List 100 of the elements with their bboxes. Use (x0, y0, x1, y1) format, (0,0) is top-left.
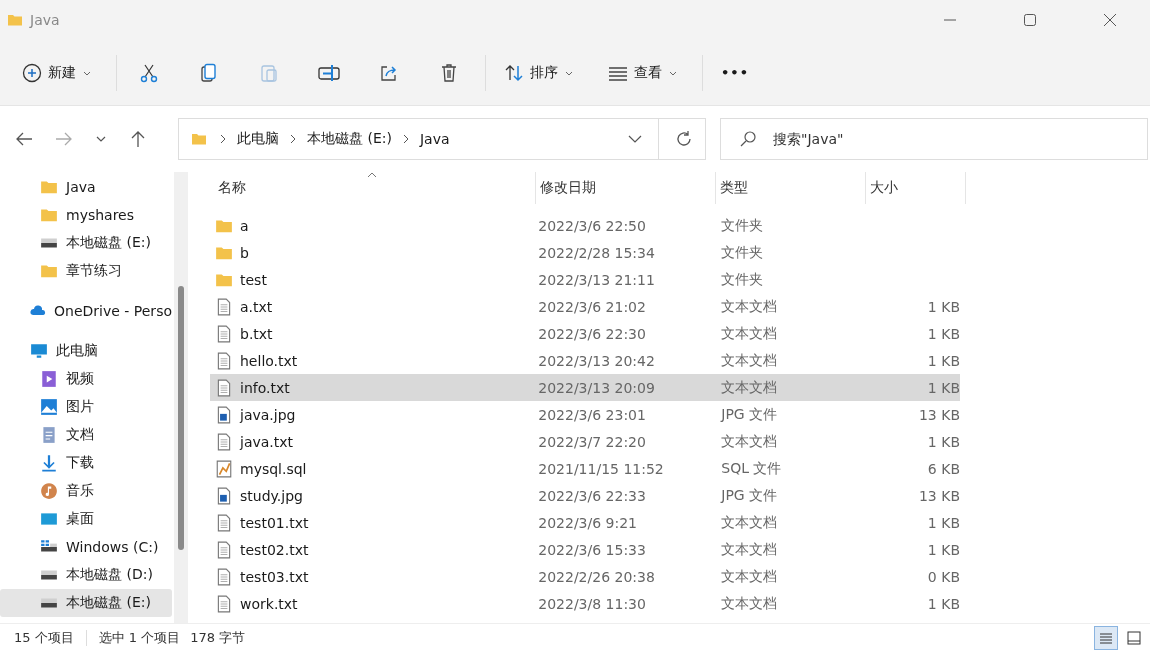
search-field[interactable]: 搜索"Java" (771, 130, 1133, 148)
file-row[interactable]: test01.txt 2022/3/6 9:21 文本文档 1 KB (210, 509, 960, 536)
breadcrumb-item[interactable]: 本地磁盘 (E:) (307, 130, 392, 148)
file-row[interactable]: info.txt 2022/3/13 20:09 文本文档 1 KB (210, 374, 960, 401)
picture-icon (40, 398, 58, 416)
column-header[interactable]: 大小 (866, 172, 966, 204)
search-bar[interactable]: 搜索"Java" (720, 118, 1148, 160)
details-view-button[interactable] (1094, 626, 1118, 650)
column-header[interactable]: 名称 (214, 172, 536, 204)
sidebar-item[interactable]: 桌面 (0, 505, 172, 533)
list-view-icon (1099, 631, 1113, 645)
table-cell-text: 2022/2/28 15:34 (537, 244, 656, 261)
new-button[interactable]: 新建 (12, 52, 102, 93)
table-cell: 1 KB (927, 595, 960, 612)
table-cell-text: 文本文档 (720, 513, 779, 532)
sidebar-item[interactable]: 下载 (0, 449, 172, 477)
table-cell: 1 KB (927, 325, 960, 342)
up-arrow-icon (130, 130, 146, 148)
table-cell: 1 KB (927, 352, 960, 369)
scrollbar-thumb[interactable] (178, 286, 184, 550)
file-row[interactable]: hello.txt 2022/3/13 20:42 文本文档 1 KB (210, 347, 960, 374)
scrollbar[interactable] (174, 172, 188, 623)
selection-size: 178 字节 (190, 629, 246, 647)
file-row[interactable]: a 2022/3/6 22:50 文件夹 (210, 212, 960, 239)
file-row[interactable]: test02.txt 2022/3/6 15:33 文本文档 1 KB (210, 536, 960, 563)
table-cell-text: 2022/3/7 22:20 (537, 433, 647, 450)
column-header[interactable]: 类型 (716, 172, 866, 204)
breadcrumb-item[interactable]: Java (419, 131, 450, 147)
table-cell: 1 KB (927, 298, 960, 315)
file-name: mysql.sql (240, 460, 307, 477)
table-cell-text: SQL 文件 (720, 459, 783, 478)
sidebar-item[interactable]: 图片 (0, 393, 172, 421)
file-name: a.txt (240, 298, 273, 315)
file-name: java.txt (240, 433, 294, 450)
sidebar-item[interactable]: 本地磁盘 (E:) (0, 589, 172, 617)
folder-icon (40, 206, 58, 224)
file-row[interactable]: work.txt 2022/3/8 11:30 文本文档 1 KB (210, 590, 960, 617)
table-cell: 1 KB (927, 541, 960, 558)
scissors-icon (139, 62, 159, 83)
sidebar-item[interactable]: Java (0, 173, 172, 201)
sidebar-item[interactable]: 音乐 (0, 477, 172, 505)
sort-button[interactable]: 排序 (494, 52, 584, 93)
file-name: test (240, 271, 267, 288)
search-icon (739, 130, 757, 148)
sidebar-item[interactable]: 视频 (0, 365, 172, 393)
refresh-icon[interactable] (675, 130, 693, 148)
file-row[interactable]: mysql.sql 2021/11/15 11:52 SQL 文件 6 KB (210, 455, 960, 482)
file-row[interactable]: study.jpg 2022/3/6 22:33 JPG 文件 13 KB (210, 482, 960, 509)
file-name: b (240, 244, 249, 261)
file-row[interactable]: b 2022/2/28 15:34 文件夹 (210, 239, 960, 266)
breadcrumb-item[interactable]: 此电脑 (237, 130, 279, 148)
video-icon (40, 370, 58, 388)
file-name: work.txt (240, 595, 298, 612)
more-button[interactable]: ••• (711, 52, 759, 93)
sql-file-icon (214, 459, 234, 478)
doc-icon (40, 426, 58, 444)
copy-icon (199, 62, 219, 83)
file-row[interactable]: a.txt 2022/3/6 21:02 文本文档 1 KB (210, 293, 960, 320)
table-cell-text: 2022/3/6 22:30 (537, 325, 647, 342)
sidebar-item[interactable]: 文档 (0, 421, 172, 449)
file-name: test03.txt (240, 568, 309, 585)
file-name: java.jpg (240, 406, 296, 423)
download-icon (40, 454, 58, 472)
table-cell-text: 文本文档 (720, 297, 779, 316)
file-row[interactable]: java.txt 2022/3/7 22:20 文本文档 1 KB (210, 428, 960, 455)
table-cell: 13 KB (918, 406, 960, 423)
sidebar-item[interactable]: 章节练习 (0, 257, 172, 285)
file-row[interactable]: test 2022/3/13 21:11 文件夹 (210, 266, 960, 293)
file-name: test02.txt (240, 541, 309, 558)
chevron-icon (219, 134, 227, 144)
address-bar[interactable]: 此电脑 本地磁盘 (E:) Java (178, 118, 706, 160)
sidebar-item[interactable]: OneDrive - Perso (0, 297, 172, 325)
folder-icon (40, 262, 58, 280)
file-row[interactable]: b.txt 2022/3/6 22:30 文本文档 1 KB (210, 320, 960, 347)
sidebar-item[interactable]: myshares (0, 201, 172, 229)
chevron-icon (401, 134, 410, 144)
view-button[interactable]: 查看 (598, 52, 688, 93)
table-cell-text: 文本文档 (720, 540, 779, 559)
forward-arrow-icon (55, 131, 73, 147)
tiles-view-icon (1127, 631, 1141, 645)
music-icon (40, 482, 58, 500)
table-cell-text: 2022/3/6 22:50 (537, 217, 647, 234)
selection-info: 选中 1 个项目 (98, 629, 181, 647)
sidebar-item[interactable]: 本地磁盘 (D:) (0, 561, 172, 589)
sidebar-item[interactable]: 本地磁盘 (E:) (0, 229, 172, 257)
table-cell-text: 2022/2/26 20:38 (537, 568, 656, 585)
rename-icon (318, 62, 340, 83)
file-row[interactable]: test03.txt 2022/2/26 20:38 文本文档 0 KB (210, 563, 960, 590)
column-header[interactable]: 修改日期 (536, 172, 716, 204)
sidebar-item[interactable]: Windows (C:) (0, 533, 172, 561)
file-name: test01.txt (240, 514, 309, 531)
table-cell-text: 2022/3/8 11:30 (537, 595, 647, 612)
table-cell-text: 文件夹 (720, 216, 765, 235)
dropdown-icon[interactable] (628, 134, 642, 144)
sidebar-item[interactable]: 此电脑 (0, 337, 172, 365)
table-cell: 6 KB (927, 460, 960, 477)
table-cell-text: 2022/3/13 20:09 (537, 379, 656, 396)
file-name: a (240, 217, 249, 234)
file-name: study.jpg (240, 487, 303, 504)
file-row[interactable]: java.jpg 2022/3/6 23:01 JPG 文件 13 KB (210, 401, 960, 428)
